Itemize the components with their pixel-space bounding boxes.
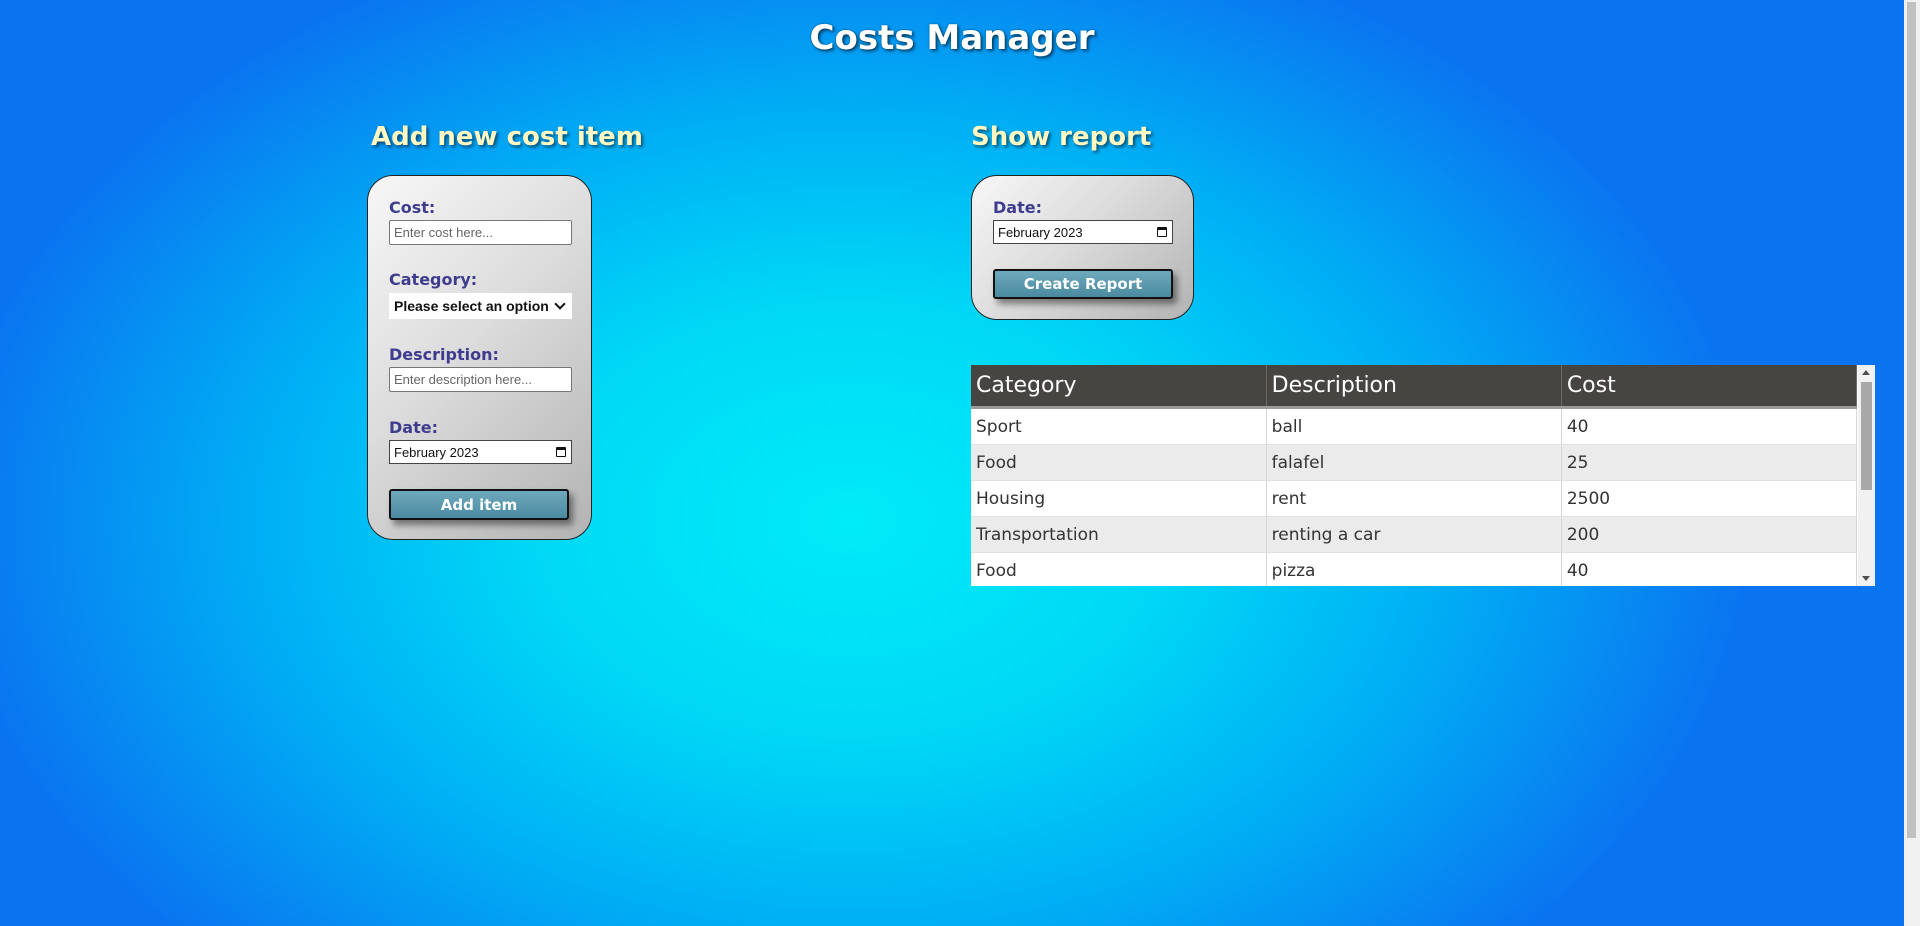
page-scrollbar[interactable]	[1904, 0, 1920, 926]
category-select[interactable]: Please select an option	[389, 293, 572, 319]
table-row: Sport ball 40	[971, 407, 1858, 445]
table-row: Food pizza 40	[971, 552, 1858, 586]
cell-category: Sport	[971, 407, 1267, 445]
cell-description: rent	[1266, 480, 1562, 517]
calendar-icon[interactable]	[556, 447, 566, 457]
cell-category: Food	[971, 552, 1267, 586]
scroll-up-icon[interactable]	[1862, 370, 1870, 375]
add-item-button[interactable]: Add item	[389, 489, 569, 520]
header-description: Description	[1266, 365, 1562, 409]
report-section-title: Show report	[971, 122, 1152, 152]
description-label: Description:	[389, 345, 499, 364]
header-cost: Cost	[1561, 365, 1858, 409]
cell-cost: 40	[1561, 407, 1858, 445]
cell-category: Transportation	[971, 516, 1267, 553]
table-scroll-thumb[interactable]	[1861, 382, 1872, 490]
cell-cost: 200	[1561, 516, 1858, 553]
chevron-down-icon	[554, 298, 566, 310]
cost-input[interactable]	[389, 220, 572, 245]
cell-cost: 40	[1561, 552, 1858, 586]
header-category: Category	[971, 365, 1267, 409]
cell-cost: 25	[1561, 444, 1858, 481]
cell-description: renting a car	[1266, 516, 1562, 553]
table-row: Transportation renting a car 200	[971, 516, 1858, 553]
cell-description: pizza	[1266, 552, 1562, 586]
calendar-icon[interactable]	[1157, 227, 1167, 237]
category-selected-value: Please select an option	[394, 298, 549, 314]
report-card: Date: February 2023 Create Report	[971, 175, 1194, 320]
table-row: Food falafel 25	[971, 444, 1858, 481]
report-table: Category Description Cost Sport ball 40 …	[971, 365, 1858, 586]
add-item-card: Cost: Category: Please select an option …	[367, 175, 592, 540]
scroll-down-icon[interactable]	[1862, 576, 1870, 581]
report-date-label: Date:	[993, 198, 1042, 217]
cell-description: ball	[1266, 407, 1562, 445]
table-header-row: Category Description Cost	[971, 365, 1858, 409]
description-input[interactable]	[389, 367, 572, 392]
report-date-value: February 2023	[998, 224, 1083, 240]
date-label: Date:	[389, 418, 438, 437]
report-date-input[interactable]: February 2023	[993, 220, 1173, 244]
cell-category: Food	[971, 444, 1267, 481]
add-date-input[interactable]: February 2023	[389, 440, 572, 464]
page-title: Costs Manager	[809, 18, 1095, 58]
add-section-title: Add new cost item	[371, 122, 643, 152]
add-date-value: February 2023	[394, 444, 479, 460]
table-scrollbar[interactable]	[1858, 365, 1875, 586]
cell-cost: 2500	[1561, 480, 1858, 517]
table-row: Housing rent 2500	[971, 480, 1858, 517]
cell-description: falafel	[1266, 444, 1562, 481]
category-label: Category:	[389, 270, 478, 289]
page-scroll-thumb[interactable]	[1907, 2, 1916, 838]
report-table-container: Category Description Cost Sport ball 40 …	[971, 365, 1875, 586]
create-report-button[interactable]: Create Report	[993, 269, 1173, 299]
cost-label: Cost:	[389, 198, 436, 217]
cell-category: Housing	[971, 480, 1267, 517]
